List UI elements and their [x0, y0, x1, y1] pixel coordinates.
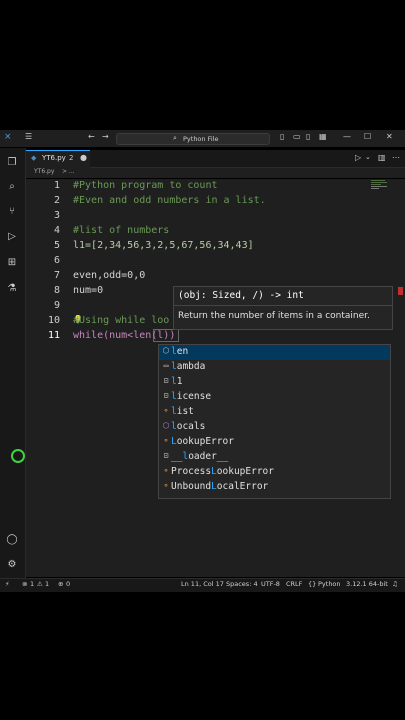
class-icon: ⚬ [162, 466, 170, 475]
vscode-logo-icon: ⨯ [4, 132, 12, 142]
command-center[interactable]: ⌕ Python File [116, 133, 270, 145]
manage-gear-icon[interactable]: ⚙ [6, 558, 18, 570]
line-number: 2 [53, 195, 60, 206]
encoding[interactable]: UTF-8 [261, 580, 280, 588]
title-bar: ⨯ ☰ ← → ⌕ Python File ▯ ▭ ▯ ▦ — ☐ ✕ [0, 130, 405, 147]
function-icon: ⬡ [162, 421, 170, 430]
breadcrumb-file[interactable]: YT6.py [34, 168, 54, 175]
source-control-icon[interactable]: ⑂ [6, 205, 18, 217]
toggle-secondary-sidebar-icon[interactable]: ▯ [306, 132, 310, 141]
explorer-icon[interactable]: ❐ [6, 156, 18, 168]
suggestion-item[interactable]: ⊡ l1 [159, 375, 390, 390]
code-line-comment[interactable]: #Python program to count [73, 180, 218, 191]
python-file-icon: ◆ [31, 154, 37, 162]
activity-bar: ❐ ⌕ ⑂ ▷ ⊞ ⚗ ◯ ⚙ [0, 148, 26, 578]
testing-icon[interactable]: ⚗ [6, 282, 18, 294]
tab-yt6-py[interactable]: ◆ YT6.py 2 ● [26, 150, 90, 168]
breadcrumb: YT6.py > ... [26, 168, 405, 178]
error-icon[interactable]: ⊗ [22, 580, 27, 588]
suggestion-item[interactable]: ⚬ LookupError [159, 435, 390, 450]
class-icon: ⚬ [162, 406, 170, 415]
hover-description: Return the number of items in a containe… [178, 311, 370, 321]
code-line-assign[interactable]: num=0 [73, 285, 103, 296]
suggestion-item[interactable]: ⊡ license [159, 390, 390, 405]
maximize-icon[interactable]: ☐ [364, 132, 371, 141]
cursor-position[interactable]: Ln 11, Col 17 [181, 580, 224, 588]
line-number: 3 [53, 210, 60, 221]
search-icon: ⌕ [173, 134, 177, 142]
class-icon: ⚬ [162, 481, 170, 490]
toggle-panel-icon[interactable]: ▭ [293, 132, 301, 141]
accounts-icon[interactable]: ◯ [6, 533, 18, 545]
code-line-assign[interactable]: even,odd=0,0 [73, 270, 145, 281]
keyword-icon: ▭ [163, 361, 169, 370]
variable-icon: ⊡ [163, 376, 169, 385]
run-dropdown-icon[interactable]: ⌄ [365, 153, 371, 161]
extensions-icon[interactable]: ⊞ [6, 256, 18, 268]
line-number: 8 [53, 285, 60, 296]
suggestion-item[interactable]: ⬡ locals [159, 420, 390, 435]
suggestion-item-selected[interactable]: ⬡ len [159, 345, 390, 360]
code-line-comment[interactable]: #Using while loo [73, 315, 169, 326]
error-scroll-marker [398, 287, 403, 295]
tab-label: YT6.py [42, 154, 66, 162]
language-icon: {} [308, 580, 317, 588]
line-number: 9 [53, 300, 60, 311]
code-line-comment[interactable]: #list of numbers [73, 225, 169, 236]
toggle-sidebar-icon[interactable]: ▯ [280, 132, 284, 141]
line-number: 1 [53, 180, 60, 191]
more-actions-icon[interactable]: ⋯ [392, 153, 400, 162]
language-mode[interactable]: Python [318, 580, 341, 588]
tab-bar: ◆ YT6.py 2 ● ▷ ⌄ ▥ ⋯ [26, 150, 405, 168]
run-debug-icon[interactable]: ▷ [6, 230, 18, 242]
variable-icon: ⊡ [163, 391, 169, 400]
forward-arrow-icon[interactable]: → [102, 132, 109, 141]
suggestion-item[interactable]: ⊡ __loader__ [159, 450, 390, 465]
split-editor-icon[interactable]: ▥ [378, 153, 386, 162]
line-number: 10 [47, 315, 60, 326]
back-arrow-icon[interactable]: ← [88, 132, 95, 141]
line-number: 6 [53, 255, 60, 266]
error-count[interactable]: 1 [30, 580, 34, 588]
unsaved-dot-icon[interactable]: ● [80, 153, 87, 162]
ports-count[interactable]: 0 [66, 580, 70, 588]
line-number: 7 [53, 270, 60, 281]
warning-icon[interactable]: ⚠ [37, 580, 43, 588]
variable-icon: ⊡ [163, 451, 169, 460]
customize-layout-icon[interactable]: ▦ [319, 132, 327, 141]
suggestion-item[interactable]: ⚬ UnboundLocalError [159, 480, 390, 495]
status-bar: ⚡ ⊗ 1 ⚠ 1 ⊕ 0 Ln 11, Col 17 Spaces: 4 UT… [0, 578, 405, 592]
minimap[interactable] [371, 179, 389, 193]
hover-signature: (obj: Sized, /) -> int [178, 290, 304, 301]
ports-icon[interactable]: ⊕ [58, 580, 63, 588]
indentation[interactable]: Spaces: 4 [226, 580, 258, 588]
remote-icon[interactable]: ⚡ [5, 580, 10, 588]
suggestion-item[interactable]: ⚬ list [159, 405, 390, 420]
function-icon: ⬡ [162, 346, 170, 355]
menu-icon[interactable]: ☰ [25, 132, 32, 141]
warning-count[interactable]: 1 [45, 580, 49, 588]
line-ending[interactable]: CRLF [286, 580, 302, 588]
line-number: 5 [53, 240, 60, 251]
suggestion-item[interactable]: ▭ lambda [159, 360, 390, 375]
interpreter-version[interactable]: 3.12.1 64-bit [346, 580, 388, 588]
code-line-list[interactable]: l1=[2,34,56,3,2,5,67,56,34,43] [73, 240, 254, 251]
line-number: 4 [53, 225, 60, 236]
close-icon[interactable]: ✕ [386, 132, 393, 141]
window-title: Python File [183, 135, 219, 143]
suggestion-widget: ⬡ len ▭ lambda ⊡ l1 ⊡ license ⚬ list ⬡ locals … [158, 344, 391, 499]
run-file-icon[interactable]: ▷ [355, 153, 361, 162]
breadcrumb-more[interactable]: > ... [62, 168, 75, 175]
code-line-comment[interactable]: #Even and odd numbers in a list. [73, 195, 266, 206]
tab-problem-count: 2 [69, 154, 74, 162]
code-line-while[interactable]: while(num<len(l)) [73, 330, 175, 341]
suggestion-item[interactable]: ⚬ ProcessLookupError [159, 465, 390, 480]
pointer-cursor-indicator [11, 449, 25, 463]
search-icon[interactable]: ⌕ [6, 180, 18, 192]
class-icon: ⚬ [162, 436, 170, 445]
notifications-bell-icon[interactable]: ♫ [392, 580, 398, 588]
signature-hover: (obj: Sized, /) -> int Return the number… [173, 286, 393, 330]
minimize-icon[interactable]: — [343, 132, 351, 141]
line-number-current: 11 [47, 330, 60, 341]
